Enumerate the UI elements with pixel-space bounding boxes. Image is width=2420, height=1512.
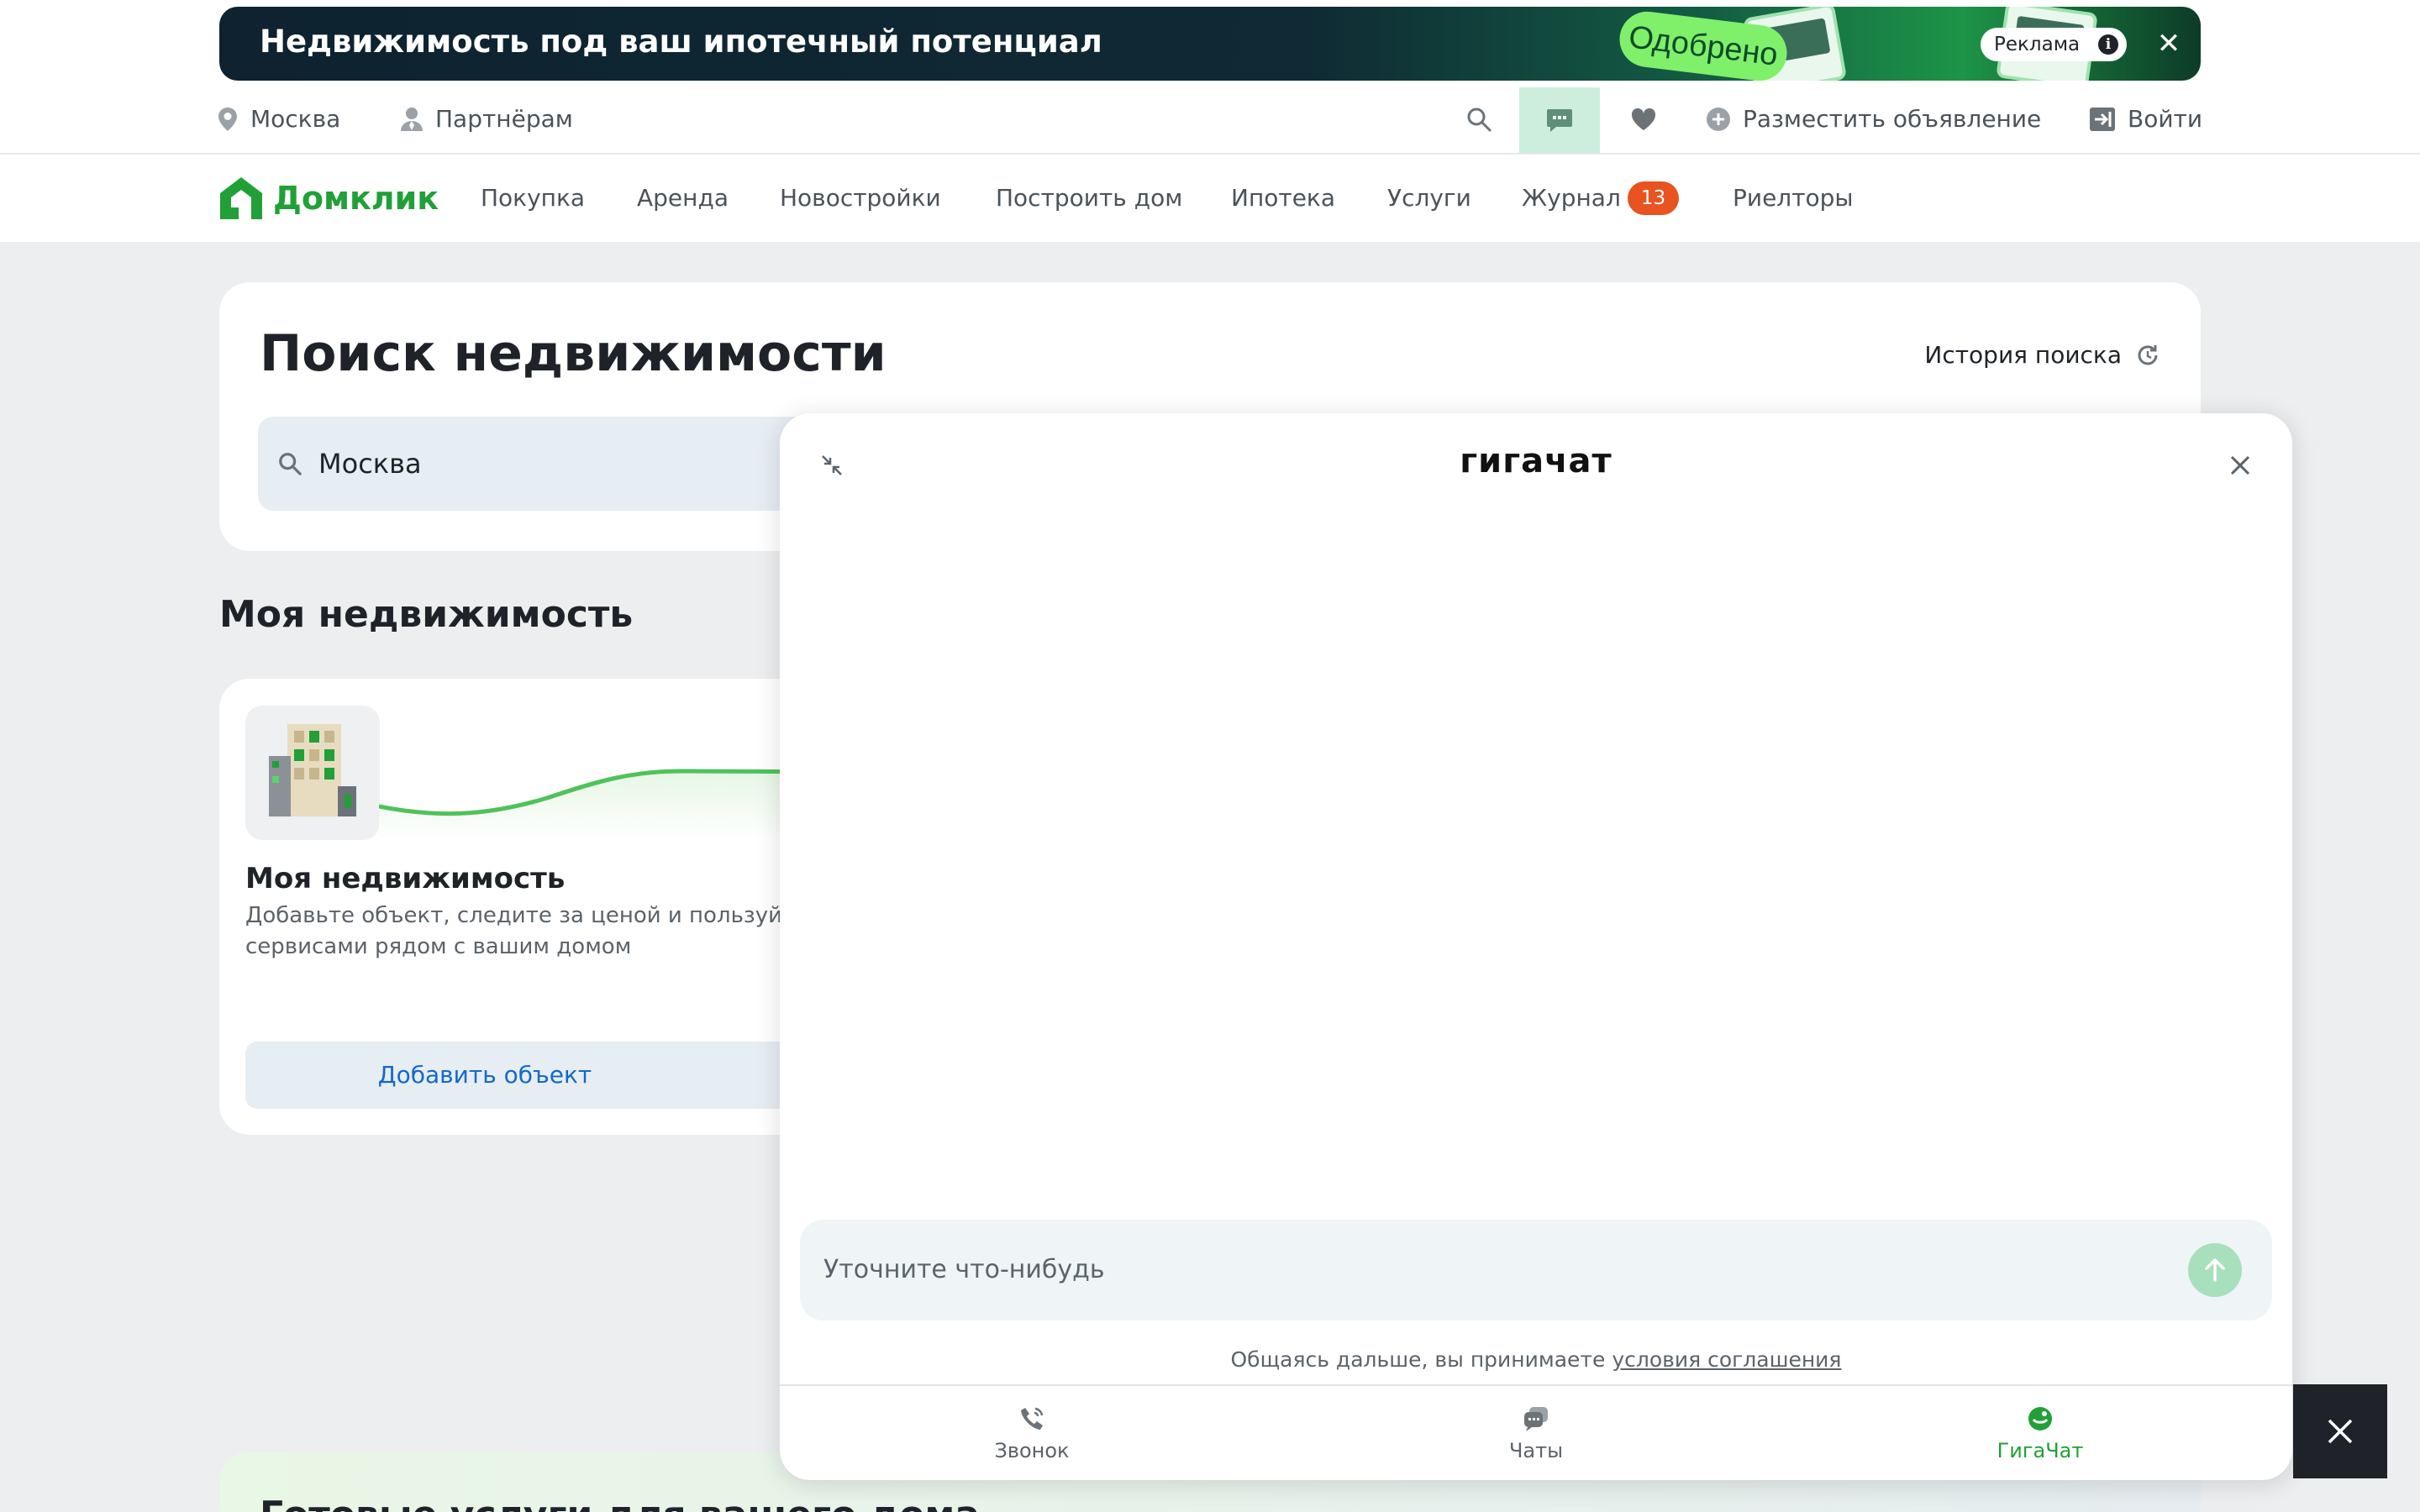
gigachat-logo: гигачат: [1460, 442, 1612, 480]
tab-gigachat[interactable]: ГигаЧат: [1788, 1386, 2292, 1480]
nav-item-new-buildings[interactable]: Новостройки: [780, 155, 941, 242]
login-link[interactable]: Войти: [2089, 84, 2202, 154]
ad-banner[interactable]: Недвижимость под ваш ипотечный потенциал…: [219, 7, 2201, 81]
post-ad-link[interactable]: Разместить объявление: [1706, 84, 2041, 154]
nav-item-realtors[interactable]: Риелторы: [1733, 155, 1854, 242]
utility-bar: Москва Партнёрам Разместить объявление В…: [0, 84, 2420, 154]
page-title: Поиск недвижимости: [260, 324, 886, 383]
ad-label[interactable]: Реклама i: [1981, 28, 2127, 61]
chats-icon: [1524, 1407, 1548, 1431]
heart-icon: [1631, 108, 1656, 130]
my-property-heading: Моя недвижимость: [219, 593, 634, 636]
gigachat-tabbar: Звонок Чаты ГигаЧат: [780, 1384, 2292, 1480]
ad-close-button[interactable]: ✕: [2150, 25, 2187, 62]
close-icon: [2230, 455, 2250, 475]
plus-circle-icon: [1707, 107, 1730, 131]
gigachat-message-input[interactable]: Уточните что-нибудь: [800, 1220, 2272, 1320]
location-pin-icon: [218, 107, 237, 131]
journal-badge: 13: [1628, 181, 1679, 215]
terms-notice: Общаясь дальше, вы принимаете условия со…: [1230, 1347, 1842, 1372]
gigachat-panel: гигачат Уточните что-нибудь Общаясь даль…: [780, 413, 2292, 1480]
info-icon: i: [2098, 34, 2118, 55]
gigachat-close-button[interactable]: [2222, 447, 2259, 484]
tab-call[interactable]: Звонок: [780, 1386, 1284, 1480]
tab-chats[interactable]: Чаты: [1284, 1386, 1788, 1480]
search-button[interactable]: [1462, 84, 1496, 154]
nav-item-buy[interactable]: Покупка: [481, 155, 585, 242]
building-illustration: [245, 706, 380, 840]
nav-item-journal[interactable]: Журнал: [1522, 155, 1621, 242]
history-icon: [2138, 344, 2158, 365]
login-icon: [2090, 107, 2115, 131]
nav-item-mortgage[interactable]: Ипотека: [1231, 155, 1335, 242]
chat-bubble-icon: [1547, 109, 1572, 132]
chat-button[interactable]: [1519, 87, 1600, 153]
nav-item-rent[interactable]: Аренда: [637, 155, 729, 242]
main-nav: Домклик Покупка Аренда Новостройки Постр…: [0, 155, 2420, 242]
search-icon: [1467, 108, 1491, 131]
ad-banner-area: Недвижимость под ваш ипотечный потенциал…: [0, 0, 2420, 84]
my-property-card-description: Добавьте объект, следите за ценой и поль…: [245, 903, 796, 959]
ad-title: Недвижимость под ваш ипотечный потенциал: [260, 24, 1102, 60]
services-promo-title: Готовые услуги для вашего дома: [260, 1494, 980, 1512]
favorites-button[interactable]: [1625, 84, 1662, 154]
phone-icon: [1021, 1407, 1044, 1430]
gigachat-icon: [2028, 1407, 2052, 1431]
send-button[interactable]: [2188, 1243, 2242, 1297]
domclick-logo[interactable]: Домклик: [218, 173, 439, 223]
person-icon: [401, 107, 423, 131]
search-icon: [279, 453, 302, 475]
city-selector[interactable]: Москва: [217, 84, 340, 154]
nav-item-build-house[interactable]: Построить дом: [996, 155, 1182, 242]
search-history-link[interactable]: История поиска: [1924, 341, 2160, 369]
close-icon: [2328, 1419, 2353, 1444]
floating-close-button[interactable]: [2293, 1384, 2387, 1478]
my-property-card-title: Моя недвижимость: [245, 862, 566, 895]
arrow-up-icon: [2205, 1258, 2225, 1282]
nav-item-services[interactable]: Услуги: [1387, 155, 1471, 242]
terms-link[interactable]: условия соглашения: [1612, 1347, 1841, 1372]
partners-link[interactable]: Партнёрам: [400, 84, 573, 154]
house-logo-icon: [220, 177, 262, 219]
